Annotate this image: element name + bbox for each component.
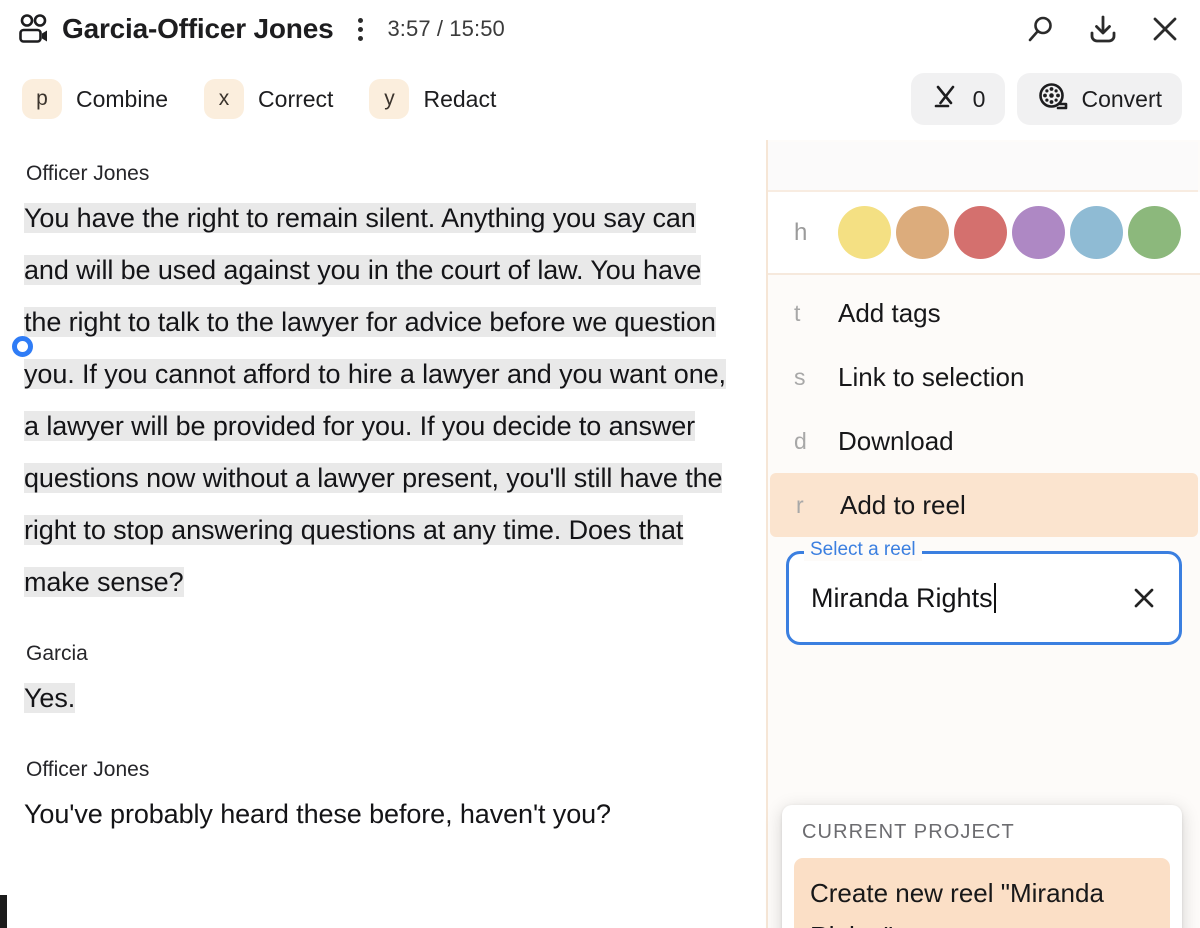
reel-dropdown: CURRENT PROJECT Create new reel "Miranda… [782, 805, 1182, 928]
vertical-scrollbar[interactable] [0, 895, 7, 928]
speaker-label: Garcia [26, 642, 88, 665]
shortcut-key-add-tags: t [794, 299, 801, 326]
menu-label-download: Download [838, 425, 954, 456]
selection-handle-start[interactable] [12, 336, 33, 357]
kebab-menu-icon[interactable] [347, 14, 373, 44]
toolbar-right-actions: 0 Convert [910, 73, 1182, 125]
panel-menu: t Add tags s Link to selection d Downloa… [768, 275, 1200, 537]
swatch-purple[interactable] [1012, 206, 1065, 259]
shortcut-key-redact: y [369, 79, 410, 119]
swatch-red[interactable] [954, 206, 1007, 259]
editor-toolbar: p Combine x Correct y Redact 0 Convert [0, 58, 1200, 140]
shortcut-key-highlight: h [794, 218, 808, 246]
reel-select-input[interactable]: Miranda Rights [786, 551, 1182, 645]
menu-item-add-tags[interactable]: t Add tags [768, 281, 1200, 345]
transcript-pane[interactable]: Officer Jones You have the right to rema… [0, 140, 766, 928]
search-button[interactable] [1024, 12, 1058, 46]
dropdown-group-label: CURRENT PROJECT [802, 821, 1015, 843]
shortcut-key-combine: p [22, 79, 62, 119]
shortcut-key-correct: x [204, 79, 245, 119]
playback-time: 3:57 / 15:50 [387, 16, 505, 41]
film-reel-icon [1037, 81, 1069, 118]
swatch-yellow[interactable] [838, 206, 891, 259]
swatch-orange[interactable] [896, 206, 949, 259]
scissors-icon [931, 82, 961, 117]
clips-button[interactable]: 0 [910, 73, 1006, 125]
page-title: Garcia-Officer Jones [62, 13, 334, 44]
close-button[interactable] [1148, 12, 1182, 46]
correct-label: Correct [258, 85, 334, 112]
highlight-color-row: h [768, 192, 1200, 275]
dropdown-option-create-new-reel[interactable]: Create new reel "Miranda Rights" [794, 858, 1170, 928]
utterance-text: You have the right to remain silent. Any… [24, 203, 726, 597]
utterance-text: You've probably heard these before, have… [24, 799, 611, 829]
convert-label: Convert [1081, 85, 1162, 112]
reel-field-wrapper: Select a reel Miranda Rights [786, 539, 1182, 645]
highlight-swatches [838, 206, 1181, 259]
transcript-utterance[interactable]: You've probably heard these before, have… [24, 788, 740, 840]
menu-label-link-to-selection: Link to selection [838, 361, 1025, 392]
combine-button[interactable]: p Combine [22, 79, 168, 119]
menu-item-link-to-selection[interactable]: s Link to selection [768, 345, 1200, 409]
reel-input-value: Miranda Rights [811, 582, 993, 613]
transcript-utterance[interactable]: Yes. [24, 672, 740, 724]
redact-label: Redact [423, 85, 497, 112]
menu-label-add-tags: Add tags [838, 297, 941, 328]
swatch-blue[interactable] [1070, 206, 1123, 259]
toolbar-actions: p Combine x Correct y Redact [22, 79, 496, 119]
menu-item-download[interactable]: d Download [768, 409, 1200, 473]
download-button[interactable] [1086, 12, 1120, 46]
menu-label-add-to-reel: Add to reel [840, 489, 966, 520]
swatch-green[interactable] [1128, 206, 1181, 259]
title-bar: Garcia-Officer Jones 3:57 / 15:50 [0, 0, 1200, 58]
menu-item-add-to-reel[interactable]: r Add to reel [770, 473, 1198, 537]
transcript-utterance[interactable]: You have the right to remain silent. Any… [24, 192, 740, 608]
panel-header [768, 142, 1198, 192]
shortcut-key-add-to-reel: r [796, 491, 804, 518]
utterance-text: Yes. [24, 683, 76, 713]
convert-button[interactable]: Convert [1017, 73, 1182, 125]
text-caret [993, 583, 996, 613]
clear-reel-icon[interactable] [1127, 581, 1161, 615]
reel-field-legend: Select a reel [804, 539, 922, 561]
correct-button[interactable]: x Correct [204, 79, 333, 119]
shortcut-key-link-to-selection: s [794, 363, 806, 390]
transcript-editor-window: Garcia-Officer Jones 3:57 / 15:50 p Comb… [0, 0, 1200, 928]
speaker-label: Officer Jones [26, 162, 150, 185]
editor-body: Officer Jones You have the right to rema… [0, 140, 1200, 928]
clips-count: 0 [972, 85, 986, 112]
shortcut-key-download: d [794, 427, 807, 454]
combine-label: Combine [76, 85, 169, 112]
redact-button[interactable]: y Redact [369, 79, 496, 119]
titlebar-actions [1024, 12, 1182, 46]
speaker-label: Officer Jones [26, 758, 150, 781]
video-meeting-icon [16, 12, 50, 46]
